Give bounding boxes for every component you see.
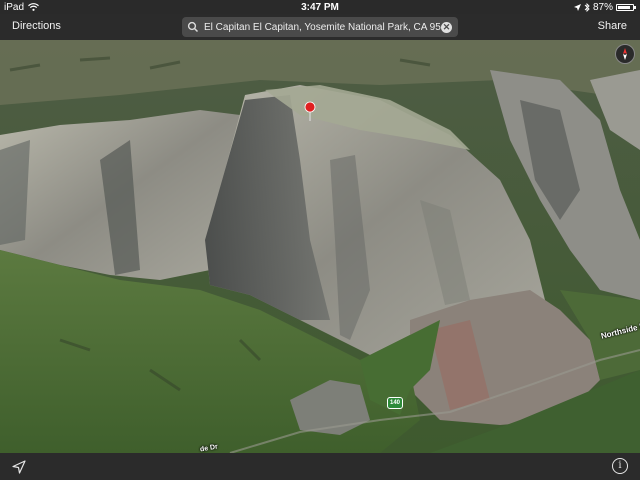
compass-icon[interactable] — [615, 44, 635, 64]
satellite-terrain — [0, 40, 640, 453]
search-icon — [187, 21, 199, 33]
directions-button[interactable]: Directions — [12, 20, 61, 32]
map-view[interactable]: 140 Northside D de Dr — [0, 40, 640, 453]
share-button[interactable]: Share — [598, 20, 627, 32]
battery-percent: 87% — [592, 1, 613, 13]
bottom-toolbar: i — [0, 453, 640, 480]
info-icon[interactable]: i — [612, 458, 628, 474]
clear-icon[interactable]: ✕ — [441, 21, 452, 33]
bluetooth-icon — [584, 2, 590, 12]
battery-fill — [618, 5, 631, 9]
status-time: 3:47 PM — [301, 1, 339, 13]
status-right: 87% — [573, 1, 640, 13]
compass-needle — [623, 48, 627, 60]
battery-icon — [616, 3, 636, 11]
search-input-value[interactable]: El Capitan El Capitan, Yosemite National… — [204, 22, 441, 33]
map-pin-icon[interactable] — [304, 101, 316, 121]
search-field[interactable]: El Capitan El Capitan, Yosemite National… — [182, 17, 458, 37]
location-services-icon — [573, 3, 581, 11]
location-arrow-icon[interactable] — [12, 460, 26, 474]
nav-bar: Directions El Capitan El Capitan, Yosemi… — [0, 14, 640, 40]
route-shield-badge: 140 — [387, 397, 403, 409]
status-bar: iPad 3:47 PM 87% — [0, 0, 640, 14]
